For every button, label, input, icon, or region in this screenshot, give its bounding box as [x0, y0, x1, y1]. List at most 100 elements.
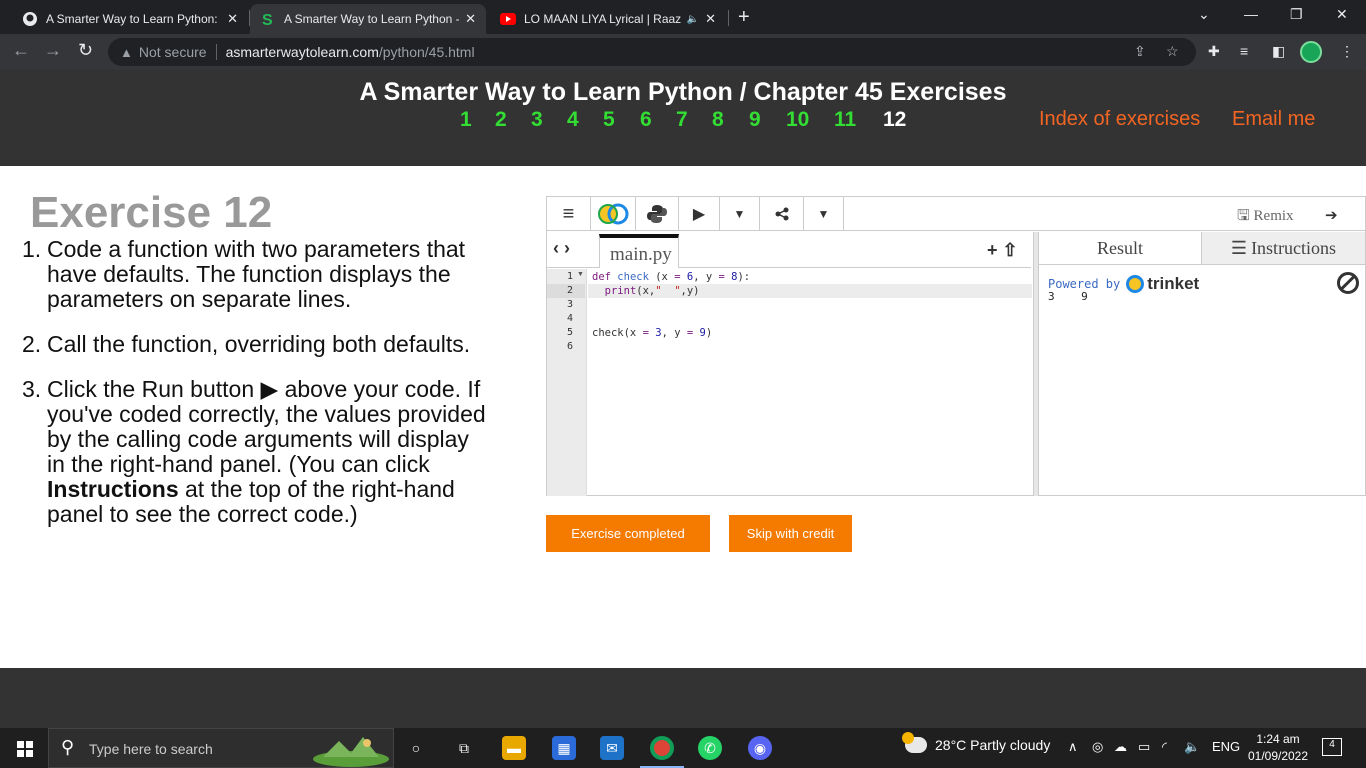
language-indicator[interactable]: ENG [1212, 739, 1240, 754]
exercise-link-11[interactable]: 11 [834, 108, 856, 132]
dropdown-icon[interactable]: ▼ [720, 197, 760, 231]
back-icon[interactable]: ← [12, 40, 30, 61]
discord-icon[interactable]: ◉ [748, 736, 772, 760]
exercise-completed-button[interactable]: Exercise completed [546, 515, 710, 552]
side-panel-icon[interactable]: ◧ [1272, 43, 1285, 60]
stop-icon[interactable] [1337, 272, 1359, 294]
exercise-title: Exercise 12 [30, 188, 273, 237]
close-tab-icon[interactable]: ✕ [227, 11, 238, 27]
exercise-link-7[interactable]: 7 [676, 108, 688, 132]
remix-label: Remix [1253, 208, 1294, 224]
task-view-icon[interactable]: ⧉ [452, 736, 476, 760]
reload-icon[interactable]: ↻ [78, 40, 93, 61]
exercise-link-4[interactable]: 4 [567, 108, 579, 132]
python-icon[interactable] [636, 197, 678, 231]
system-clock[interactable]: 1:24 am 01/09/2022 [1246, 731, 1310, 765]
code-line-4[interactable] [588, 312, 1032, 326]
taskbar-search-input[interactable]: ⚲ Type here to search [48, 728, 394, 768]
code-line-1[interactable]: def check (x = 6, y = 8): [588, 270, 1032, 284]
tab-title: A Smarter Way to Learn Python - [284, 12, 460, 26]
step-text: Click the Run button ▶ above your code. … [47, 376, 486, 477]
notification-center-icon[interactable]: 4 [1322, 738, 1342, 756]
restore-icon[interactable]: ❐ [1290, 6, 1303, 23]
close-window-icon[interactable]: ✕ [1336, 6, 1348, 23]
exercise-link-2[interactable]: 2 [495, 108, 507, 132]
skip-with-credit-button[interactable]: Skip with credit [729, 515, 852, 552]
cortana-icon[interactable]: ○ [404, 736, 428, 760]
mail-icon[interactable]: ✉ [600, 736, 624, 760]
store-icon[interactable]: ▦ [552, 736, 576, 760]
trinket-logo-icon[interactable] [591, 197, 636, 231]
weather-widget[interactable]: 28°C Partly cloudy [902, 732, 1050, 753]
fold-arrow-icon[interactable]: ▼ [577, 271, 584, 278]
close-tab-icon[interactable]: ✕ [705, 11, 716, 27]
remix-button[interactable]: 🖫 Remix [1237, 205, 1294, 230]
run-icon[interactable]: ▶ [678, 197, 720, 231]
tab-instructions[interactable]: ☰ Instructions [1202, 232, 1365, 265]
onedrive-icon[interactable]: ☁ [1114, 739, 1127, 755]
exercise-link-10[interactable]: 10 [786, 108, 809, 132]
profile-avatar[interactable] [1300, 41, 1322, 63]
code-area[interactable]: def check (x = 6, y = 8): print(x," ",y)… [588, 269, 1032, 496]
browser-menu-icon[interactable]: ⋮ [1340, 43, 1354, 60]
exercise-link-12[interactable]: 12 [883, 108, 906, 132]
exercise-link-5[interactable]: 5 [603, 108, 615, 132]
audio-playing-icon[interactable]: 🔈 [687, 14, 699, 25]
warning-icon: ▲ [120, 44, 133, 60]
show-hidden-icons-icon[interactable]: ∧ [1068, 739, 1078, 755]
tab-result[interactable]: Result [1039, 232, 1202, 265]
media-control-icon[interactable]: ≡ [1240, 43, 1248, 59]
tab-divider [728, 10, 729, 26]
bookmark-star-icon[interactable]: ☆ [1166, 43, 1179, 60]
exercise-link-9[interactable]: 9 [749, 108, 761, 132]
browser-tab-1[interactable]: A Smarter Way to Learn Python: E ✕ [12, 4, 248, 34]
code-token: = [686, 327, 694, 339]
page-title: A Smarter Way to Learn Python / Chapter … [359, 78, 1007, 106]
code-token: " " [655, 285, 681, 297]
share-page-icon[interactable]: ⇪ [1134, 43, 1146, 60]
file-tab-main[interactable]: main.py [599, 234, 679, 268]
trinket-brand: trinket [1147, 274, 1200, 293]
windows-start-icon[interactable] [17, 741, 33, 757]
windows-taskbar: ⚲ Type here to search ○ ⧉ ▬ ▦ ✉ ✆ ◉ 28°C… [0, 728, 1366, 768]
login-icon[interactable]: ➔ [1325, 206, 1338, 224]
forward-icon[interactable]: → [44, 40, 62, 61]
index-of-exercises-link[interactable]: Index of exercises [1039, 108, 1200, 131]
list-icon: ☰ [1230, 237, 1248, 258]
exercise-link-8[interactable]: 8 [712, 108, 724, 132]
tab-title: LO MAAN LIYA Lyrical | Raaz [524, 12, 682, 26]
exercise-link-1[interactable]: 1 [460, 108, 472, 132]
wifi-icon[interactable]: ◜ [1162, 739, 1167, 755]
exercise-link-6[interactable]: 6 [640, 108, 652, 132]
github-icon [22, 11, 38, 27]
toggle-files-icon[interactable]: ‹ › [553, 238, 570, 259]
exercise-link-3[interactable]: 3 [531, 108, 543, 132]
code-line-3[interactable] [588, 298, 1032, 312]
whatsapp-icon[interactable]: ✆ [698, 736, 722, 760]
meet-now-icon[interactable]: ◎ [1092, 739, 1103, 755]
battery-icon[interactable]: ▭ [1138, 739, 1150, 755]
line-number: 2 [547, 284, 585, 298]
code-line-5[interactable]: check(x = 3, y = 9) [588, 326, 1032, 340]
code-line-6[interactable] [588, 340, 1032, 354]
browser-tab-3[interactable]: LO MAAN LIYA Lyrical | Raaz 🔈 ✕ [490, 4, 726, 34]
add-file-icon[interactable]: + ⇧ [987, 240, 1018, 261]
file-explorer-icon[interactable]: ▬ [502, 736, 526, 760]
volume-icon[interactable]: 🔈 [1184, 739, 1200, 755]
share-icon[interactable] [760, 197, 804, 231]
clock-date: 01/09/2022 [1247, 749, 1309, 763]
close-tab-icon[interactable]: ✕ [465, 11, 476, 27]
code-editor: ‹ › main.py + ⇧ 1 ▼ 2 3 4 5 6 def check … [547, 232, 1033, 496]
email-me-link[interactable]: Email me [1232, 108, 1315, 131]
chrome-icon[interactable] [650, 736, 674, 760]
tab-search-icon[interactable]: ⌄ [1198, 6, 1210, 23]
minimize-icon[interactable]: — [1244, 6, 1258, 22]
menu-icon[interactable]: ≡ [547, 197, 591, 231]
browser-tab-2[interactable]: S A Smarter Way to Learn Python - ✕ [250, 4, 486, 34]
extensions-icon[interactable]: ✚ [1208, 43, 1220, 60]
new-tab-button[interactable]: + [738, 6, 750, 29]
address-bar[interactable]: ▲ Not secure asmarterwaytolearn.com /pyt… [108, 38, 1196, 66]
dropdown-icon[interactable]: ▼ [804, 197, 844, 231]
browser-tab-bar: A Smarter Way to Learn Python: E ✕ S A S… [0, 0, 1366, 34]
code-line-2[interactable]: print(x," ",y) [588, 284, 1032, 298]
